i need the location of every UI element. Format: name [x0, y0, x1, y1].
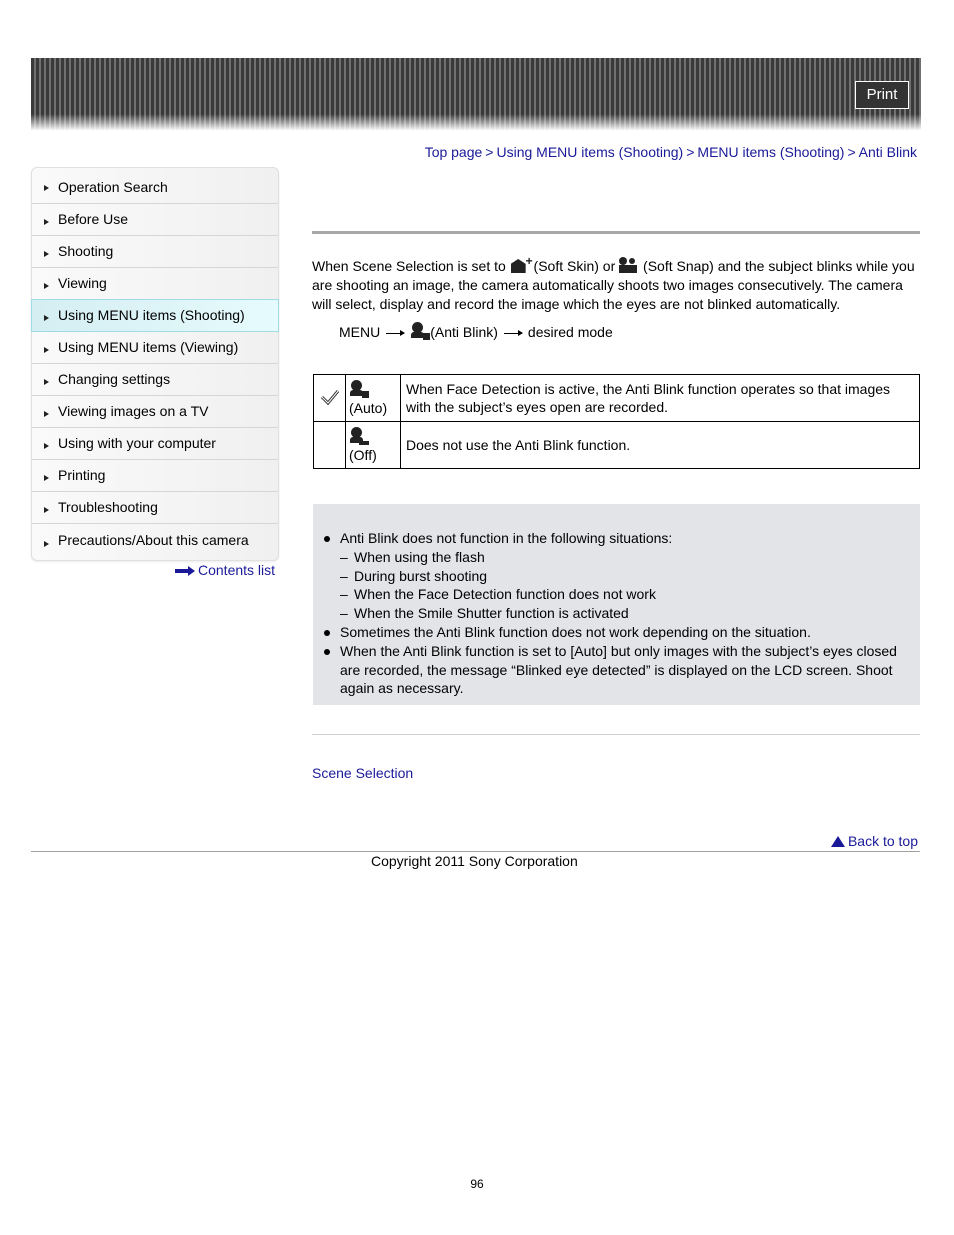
note-subitem: When the Smile Shutter function is activ… — [323, 604, 913, 623]
note-subitem: During burst shooting — [323, 567, 913, 586]
notes-list: Anti Blink does not function in the foll… — [323, 529, 913, 698]
sidebar-item-label: Printing — [58, 467, 106, 483]
mode-label: (Off) — [349, 446, 377, 463]
sidebar-item-label: Precautions/About this camera — [58, 532, 249, 548]
table-row: (Off) Does not use the Anti Blink functi… — [313, 421, 920, 469]
sidebar-item-label: Using MENU items (Viewing) — [58, 339, 239, 355]
breadcrumb: Top page > Using MENU items (Shooting) > MEN… — [425, 144, 917, 160]
menu-path: MENU (Anti Blink) desired mode — [339, 322, 613, 340]
contents-list-label: Contents list — [198, 562, 276, 578]
default-cell — [313, 421, 346, 469]
default-cell — [313, 374, 346, 422]
triangle-right-icon — [44, 346, 49, 353]
triangle-up-icon — [830, 836, 845, 847]
notes-box: Anti Blink does not function in the foll… — [313, 504, 920, 705]
triangle-right-icon — [44, 506, 49, 513]
soft-skin-icon: + — [510, 254, 533, 274]
mode-cell: (Off) — [345, 421, 401, 469]
triangle-right-icon — [44, 410, 49, 417]
triangle-right-icon — [44, 314, 49, 321]
breadcrumb-separator: > — [847, 144, 856, 160]
intro-text: (Soft Skin) or — [529, 258, 620, 274]
breadcrumb-separator: > — [485, 144, 494, 160]
sidebar-nav: Operation Search Before Use Shooting Vie… — [31, 167, 279, 561]
mode-label: (Auto) — [349, 399, 388, 416]
note-subitem: When the Face Detection function does no… — [323, 585, 913, 604]
sidebar-item-operation-search[interactable]: Operation Search — [32, 168, 278, 204]
sidebar-item-viewing[interactable]: Viewing — [32, 268, 278, 300]
sidebar-item-label: Operation Search — [58, 179, 168, 195]
arrow-right-icon — [386, 329, 406, 336]
sidebar-item-label: Using MENU items (Shooting) — [58, 307, 245, 323]
soft-snap-icon — [619, 256, 639, 274]
sidebar-item-viewing-on-tv[interactable]: Viewing images on a TV — [32, 396, 278, 428]
table-row: (Auto) When Face Detection is active, th… — [313, 374, 920, 422]
section-divider — [312, 734, 920, 735]
sidebar-item-precautions[interactable]: Precautions/About this camera — [32, 524, 278, 560]
menu-label: MENU — [339, 324, 381, 340]
back-to-top-label: Back to top — [847, 833, 918, 849]
copyright-text: Copyright 2011 Sony Corporation — [371, 853, 578, 869]
intro-paragraph: When Scene Selection is set to + (Soft S… — [312, 254, 922, 314]
footer-divider — [31, 851, 920, 852]
anti-blink-off-icon — [349, 426, 369, 445]
sidebar-item-changing-settings[interactable]: Changing settings — [32, 364, 278, 396]
page-number: 96 — [470, 1177, 484, 1191]
triangle-right-icon — [44, 250, 49, 257]
note-subitem: When using the flash — [323, 548, 913, 567]
note-item: When the Anti Blink function is set to [… — [323, 642, 913, 698]
sidebar-item-using-menu-viewing[interactable]: Using MENU items (Viewing) — [32, 332, 278, 364]
breadcrumb-anti-blink[interactable]: Anti Blink — [859, 144, 917, 160]
sidebar-item-before-use[interactable]: Before Use — [32, 204, 278, 236]
mode-description: Does not use the Anti Blink function. — [400, 421, 920, 469]
mode-table: (Auto) When Face Detection is active, th… — [313, 374, 920, 469]
anti-blink-auto-icon — [349, 379, 369, 398]
contents-list-link[interactable]: Contents list — [175, 562, 275, 578]
header-banner — [31, 58, 921, 130]
sidebar-item-using-with-computer[interactable]: Using with your computer — [32, 428, 278, 460]
note-item: Anti Blink does not function in the foll… — [323, 529, 913, 548]
arrow-right-icon — [503, 329, 523, 336]
mode-description: When Face Detection is active, the Anti … — [400, 374, 920, 422]
note-item: Sometimes the Anti Blink function does n… — [323, 623, 913, 642]
arrow-right-icon — [175, 566, 195, 577]
triangle-right-icon — [44, 218, 49, 225]
triangle-right-icon — [44, 184, 49, 191]
breadcrumb-separator: > — [686, 144, 695, 160]
sidebar-item-label: Using with your computer — [58, 435, 216, 451]
breadcrumb-using-menu-shooting[interactable]: Using MENU items (Shooting) — [496, 144, 683, 160]
breadcrumb-menu-items-shooting[interactable]: MENU items (Shooting) — [697, 144, 844, 160]
triangle-right-icon — [44, 541, 49, 547]
print-button[interactable]: Print — [855, 81, 909, 109]
sidebar-item-label: Viewing — [58, 275, 107, 291]
sidebar-item-using-menu-shooting[interactable]: Using MENU items (Shooting) — [31, 299, 279, 332]
sidebar-item-label: Viewing images on a TV — [58, 403, 209, 419]
triangle-right-icon — [44, 442, 49, 449]
sidebar-item-label: Before Use — [58, 211, 129, 227]
breadcrumb-top-page[interactable]: Top page — [425, 144, 483, 160]
triangle-right-icon — [44, 474, 49, 481]
triangle-right-icon — [44, 378, 49, 385]
sidebar-item-troubleshooting[interactable]: Troubleshooting — [32, 492, 278, 524]
anti-blink-icon — [410, 322, 431, 340]
anti-blink-label: (Anti Blink) — [430, 324, 498, 340]
sidebar-item-shooting[interactable]: Shooting — [32, 236, 278, 268]
sidebar-item-label: Changing settings — [58, 371, 171, 387]
back-to-top-link[interactable]: Back to top — [830, 833, 918, 849]
sidebar-item-label: Shooting — [58, 243, 114, 259]
desired-mode-label: desired mode — [527, 324, 613, 340]
checkmark-icon — [320, 389, 339, 405]
triangle-right-icon — [44, 282, 49, 289]
sidebar-item-printing[interactable]: Printing — [32, 460, 278, 492]
title-divider — [312, 231, 920, 234]
mode-cell: (Auto) — [345, 374, 401, 422]
intro-text: When Scene Selection is set to — [312, 258, 510, 274]
sidebar-item-label: Troubleshooting — [58, 499, 158, 515]
related-link-scene-selection[interactable]: Scene Selection — [312, 765, 413, 781]
